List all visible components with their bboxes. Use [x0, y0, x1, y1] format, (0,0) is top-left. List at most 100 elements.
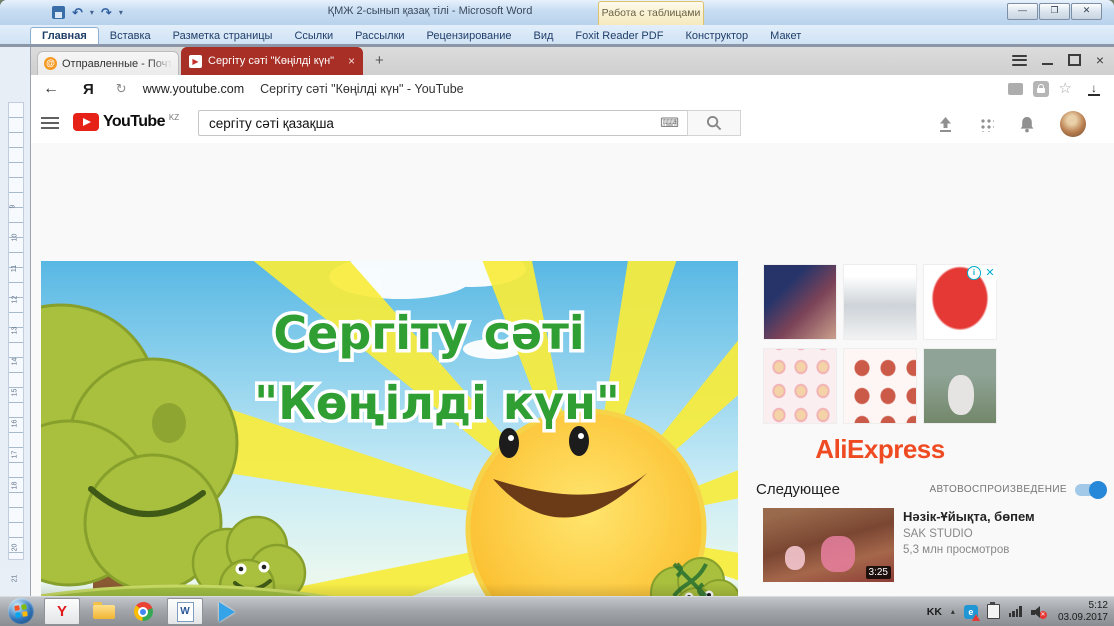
browser-tab-mail[interactable]: @ Отправленные - Почта Mai [37, 51, 179, 75]
tray-time: 5:12 [1058, 600, 1108, 612]
ad-info-icon[interactable]: i [967, 266, 981, 280]
word-restore-button[interactable]: ❐ [1039, 3, 1070, 20]
word-tab-insert[interactable]: Вставка [99, 28, 162, 44]
download-icon[interactable]: ↓ [1088, 83, 1100, 96]
word-titlebar: ↶ ▾ ↷ ▾ ҚМЖ 2-сынып қазақ тілі - Microso… [0, 0, 1114, 26]
tab-close-icon[interactable]: × [348, 55, 355, 67]
word-tab-mailings[interactable]: Рассылки [344, 28, 415, 44]
back-icon[interactable]: ← [43, 80, 59, 98]
taskbar: Y W KK ▴ e ✕ 5:12 03.09.2017 [0, 596, 1114, 626]
youtube-region-label: KZ [169, 113, 179, 122]
youtube-header: YouTube KZ сергіту сәті қазақша ⌨ [31, 103, 1114, 143]
word-document-sliver: 9 10 11 12 13 14 15 16 17 18 20 21 22 [0, 47, 30, 568]
word-vertical-ruler: 9 10 11 12 13 14 15 16 17 18 20 21 22 [8, 102, 24, 560]
word-tab-review[interactable]: Рецензирование [416, 28, 523, 44]
search-button[interactable] [687, 110, 741, 136]
undo-dropdown-icon[interactable]: ▾ [90, 8, 94, 17]
ad-image[interactable] [923, 348, 997, 424]
undo-icon[interactable]: ↶ [72, 6, 83, 19]
url-host[interactable]: www.youtube.com [143, 82, 244, 96]
ruler-number: 18 [11, 482, 18, 490]
yandex-logo[interactable]: Я [83, 81, 94, 98]
autoplay-label: АВТОВОСПРОИЗВЕДЕНИЕ [929, 484, 1067, 495]
antivirus-tray-icon[interactable]: e [964, 605, 978, 619]
youtube-play-icon [73, 113, 99, 131]
suggestion-item[interactable]: Нәзік-Ұйықта, бөпем SAK STUDIO 5,3 млн п… [903, 509, 1113, 556]
ad-image[interactable] [763, 348, 837, 424]
ad-image[interactable] [843, 264, 917, 340]
system-tray: KK ▴ e ✕ 5:12 03.09.2017 [927, 597, 1108, 626]
clipboard-tray-icon[interactable] [987, 604, 1000, 619]
youtube-logo[interactable]: YouTube KZ [73, 113, 179, 131]
word-minimize-button[interactable]: — [1007, 3, 1038, 20]
search-value: сергіту сәті қазақша [209, 116, 660, 131]
redo-icon[interactable]: ↷ [101, 6, 112, 19]
start-button[interactable] [8, 598, 34, 624]
taskbar-yandex-browser[interactable]: Y [44, 598, 80, 625]
suggestion-thumbnail[interactable]: 3:25 [763, 508, 894, 582]
search-icon [706, 115, 722, 131]
tray-date: 03.09.2017 [1058, 612, 1108, 624]
word-tab-home[interactable]: Главная [30, 27, 99, 44]
word-tab-table-design[interactable]: Конструктор [674, 28, 759, 44]
keyboard-icon[interactable]: ⌨ [660, 115, 679, 131]
ad-image[interactable] [763, 264, 837, 340]
avatar[interactable] [1060, 111, 1086, 137]
ruler-number: 20 [11, 544, 18, 552]
protect-lock-icon[interactable] [1033, 81, 1049, 97]
taskbar-chrome[interactable] [128, 599, 158, 624]
taskbar-word[interactable]: W [167, 598, 203, 625]
word-icon: W [177, 602, 194, 622]
apps-grid-icon[interactable] [979, 117, 994, 132]
taskbar-file-explorer[interactable] [89, 599, 119, 624]
word-tab-page-layout[interactable]: Разметка страницы [162, 28, 284, 44]
word-tab-view[interactable]: Вид [523, 28, 565, 44]
ruler-number: 17 [11, 451, 18, 459]
browser-menu-icon[interactable] [1012, 55, 1027, 66]
hidden-icons-arrow[interactable]: ▴ [951, 607, 955, 616]
word-window-title: ҚМЖ 2-сынып қазақ тілі - Microsoft Word [300, 5, 560, 17]
word-tab-table-layout[interactable]: Макет [759, 28, 812, 44]
taskbar-media-player[interactable] [212, 599, 242, 624]
browser-close-button[interactable]: × [1096, 54, 1104, 66]
tab-label: Сергіту сәті "Көңілді күн" [208, 55, 342, 67]
volume-muted-icon[interactable]: ✕ [1031, 605, 1047, 619]
refresh-icon[interactable]: ↻ [116, 81, 127, 97]
folder-icon [93, 605, 115, 619]
ruler-number: 10 [11, 234, 18, 242]
ad-close-icon[interactable]: ✕ [983, 266, 997, 280]
language-indicator[interactable]: KK [927, 606, 942, 618]
bookmark-star-icon[interactable]: ☆ [1059, 82, 1072, 96]
comments-icon[interactable] [1008, 83, 1023, 95]
youtube-menu-icon[interactable] [41, 117, 59, 129]
table-tools-context-label: Работа с таблицами [598, 1, 704, 25]
browser-minimize-button[interactable] [1042, 63, 1053, 65]
search-input[interactable]: сергіту сәті қазақша ⌨ [198, 110, 688, 136]
video-player[interactable]: Сергіту сәті "Көңілді күн" [41, 261, 738, 626]
ad-banner[interactable]: i ✕ [763, 264, 997, 424]
ad-image[interactable] [843, 348, 917, 424]
duration-badge: 3:25 [866, 566, 891, 579]
address-bar[interactable]: ← Я ↻ www.youtube.com Сергіту сәті "Көңі… [31, 75, 1114, 104]
save-icon[interactable] [52, 6, 65, 19]
ruler-number: 21 [11, 575, 18, 583]
aliexpress-brand-link[interactable]: AliExpress [763, 434, 997, 465]
upload-icon[interactable] [936, 115, 955, 134]
bell-icon[interactable] [1018, 115, 1036, 134]
browser-tabstrip: @ Отправленные - Почта Mai ▶ Сергіту сәт… [31, 47, 1114, 75]
qat-customize-icon[interactable]: ▾ [119, 8, 123, 17]
autoplay-toggle[interactable] [1075, 484, 1105, 496]
word-close-button[interactable]: ✕ [1071, 3, 1102, 20]
youtube-favicon: ▶ [189, 55, 202, 68]
new-tab-button[interactable]: + [375, 52, 384, 69]
browser-maximize-button[interactable] [1068, 54, 1081, 66]
word-tab-foxit[interactable]: Foxit Reader PDF [564, 28, 674, 44]
ruler-number: 16 [11, 420, 18, 428]
suggestion-title[interactable]: Нәзік-Ұйықта, бөпем [903, 509, 1113, 524]
clock[interactable]: 5:12 03.09.2017 [1058, 600, 1108, 624]
word-tab-references[interactable]: Ссылки [283, 28, 344, 44]
browser-tab-youtube-active[interactable]: ▶ Сергіту сәті "Көңілді күн" × [181, 47, 363, 75]
video-caption-line1: Сергіту сәті [273, 306, 584, 360]
network-signal-icon[interactable] [1009, 606, 1022, 617]
up-next-label: Следующее [756, 481, 840, 498]
